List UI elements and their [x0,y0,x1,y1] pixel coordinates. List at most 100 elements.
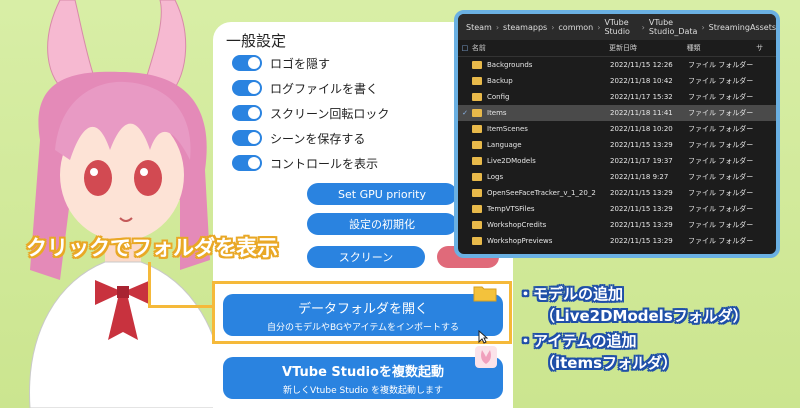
toggle-label: ロゴを隠す [270,56,331,71]
fullscreen-button[interactable]: スクリーン [307,246,425,268]
file-row[interactable]: Backgrounds 2022/11/15 12:26 ファイル フォルダー [458,57,776,73]
file-name: Items [487,109,507,117]
column-type[interactable]: 種類 [687,43,757,53]
file-name-cell: Backup [472,77,610,85]
file-type: ファイル フォルダー [688,157,754,165]
file-date: 2022/11/18 10:20 [610,125,673,133]
file-type: ファイル フォルダー [688,125,754,133]
file-name-cell: Items [472,109,610,117]
file-date: 2022/11/15 13:29 [610,141,673,149]
toggle-hide-logo[interactable]: ロゴを隠す [232,54,330,72]
toggle-switch[interactable] [232,105,262,121]
page-title: 一般設定 [226,32,287,50]
file-row[interactable]: Language 2022/11/15 13:29 ファイル フォルダー [458,137,776,153]
file-row[interactable]: Logs 2022/11/18 9:27 ファイル フォルダー [458,169,776,185]
folder-icon [472,205,482,213]
path-segment[interactable]: VTube Studio [604,18,637,36]
checkbox-icon[interactable]: ✓ [458,109,472,117]
file-name: Live2DModels [487,157,536,165]
highlight-frame [212,281,512,344]
file-name-cell: Config [472,93,610,101]
reset-settings-button[interactable]: 設定の初期化 [307,213,457,235]
file-row[interactable]: TempVTSFiles 2022/11/15 13:29 ファイル フォルダー [458,201,776,217]
file-row[interactable]: ItemScenes 2022/11/18 10:20 ファイル フォルダー [458,121,776,137]
note-model-add: ・モデルの追加 [518,285,624,303]
multi-launch-button[interactable]: VTube Studioを複数起動 新しくVtube Studio を複数起動し… [223,357,503,399]
toggle-label: コントロールを表示 [270,156,379,171]
toggle-show-controls[interactable]: コントロールを表示 [232,154,378,172]
file-explorer-window: Steam › steamapps › common › VTube Studio › … [454,10,780,258]
toggle-label: シーンを保存する [270,131,366,146]
folder-icon [472,77,482,85]
toggle-switch[interactable] [232,55,262,71]
file-date: 2022/11/17 15:32 [610,93,673,101]
cursor-icon [478,330,488,344]
folder-icon [472,93,482,101]
callout-line [148,305,214,308]
toggle-switch[interactable] [232,80,262,96]
file-name: WorkshopCredits [487,221,547,229]
path-segment[interactable]: common [558,23,593,32]
file-type: ファイル フォルダー [688,221,754,229]
file-row[interactable]: Config 2022/11/17 15:32 ファイル フォルダー [458,89,776,105]
file-name: WorkshopPreviews [487,237,553,245]
file-type: ファイル フォルダー [688,173,754,181]
gpu-priority-button[interactable]: Set GPU priority [307,183,457,205]
file-type: ファイル フォルダー [688,189,754,197]
file-list: Backgrounds 2022/11/15 12:26 ファイル フォルダー Bac… [458,57,776,249]
file-name-cell: Logs [472,173,610,181]
folder-icon [472,141,482,149]
file-type: ファイル フォルダー [688,109,754,117]
file-row[interactable]: Live2DModels 2022/11/17 19:37 ファイル フォルダー [458,153,776,169]
file-name: Backgrounds [487,61,533,69]
folder-icon [472,125,482,133]
column-headers: □ 名前 更新日時 種類 サ [458,40,776,57]
file-row[interactable]: WorkshopPreviews 2022/11/15 13:29 ファイル フォル… [458,233,776,249]
toggle-switch[interactable] [232,130,262,146]
file-type: ファイル フォルダー [688,61,754,69]
checkbox-icon[interactable]: □ [458,44,472,52]
file-type: ファイル フォルダー [688,77,754,85]
toggle-label: ログファイルを書く [270,81,379,96]
vtube-studio-app-icon [475,346,497,368]
toggle-switch[interactable] [232,155,262,171]
toggle-save-scene[interactable]: シーンを保存する [232,129,365,147]
file-name: Logs [487,173,504,181]
file-type: ファイル フォルダー [688,237,754,245]
folder-icon [472,237,482,245]
path-segment[interactable]: steamapps [503,23,547,32]
file-type: ファイル フォルダー [688,93,754,101]
callout-text: クリックでフォルダを表示 [26,236,278,260]
toggle-label: スクリーン回転ロック [270,106,390,121]
file-row[interactable]: OpenSeeFaceTracker_v_1_20_2 2022/11/15 13… [458,185,776,201]
column-size[interactable]: サ [756,43,776,53]
file-name: Config [487,93,510,101]
note-item-folder: （itemsフォルダ） [540,354,678,372]
file-row[interactable]: ✓ Items 2022/11/18 11:41 ファイル フォルダー [458,105,776,121]
file-date: 2022/11/17 19:37 [610,157,673,165]
address-bar[interactable]: Steam › steamapps › common › VTube Studio › … [458,14,776,40]
file-name: Backup [487,77,513,85]
toggle-screen-rotation-lock[interactable]: スクリーン回転ロック [232,104,389,122]
file-name-cell: WorkshopCredits [472,221,610,229]
callout-line [148,262,151,308]
folder-icon [472,109,482,117]
button-subtitle: 新しくVtube Studio を複数起動します [282,386,444,396]
file-name-cell: OpenSeeFaceTracker_v_1_20_2 [472,189,610,197]
file-row[interactable]: WorkshopCredits 2022/11/15 13:29 ファイル フォルダ… [458,217,776,233]
file-date: 2022/11/15 13:29 [610,237,673,245]
column-name[interactable]: 名前 [472,43,609,53]
path-segment[interactable]: VTube Studio_Data [649,18,698,36]
file-name: OpenSeeFaceTracker_v_1_20_2 [487,189,596,197]
file-date: 2022/11/15 13:29 [610,221,673,229]
file-name-cell: Backgrounds [472,61,610,69]
path-segment[interactable]: StreamingAssets [709,23,776,32]
column-date[interactable]: 更新日時 [609,43,687,53]
file-row[interactable]: Backup 2022/11/18 10:42 ファイル フォルダー [458,73,776,89]
file-date: 2022/11/18 11:41 [610,109,673,117]
path-segment[interactable]: Steam [466,23,492,32]
toggle-write-log[interactable]: ログファイルを書く [232,79,378,97]
file-name-cell: WorkshopPreviews [472,237,610,245]
note-model-folder: （Live2DModelsフォルダ） [540,307,748,325]
file-type: ファイル フォルダー [688,205,754,213]
